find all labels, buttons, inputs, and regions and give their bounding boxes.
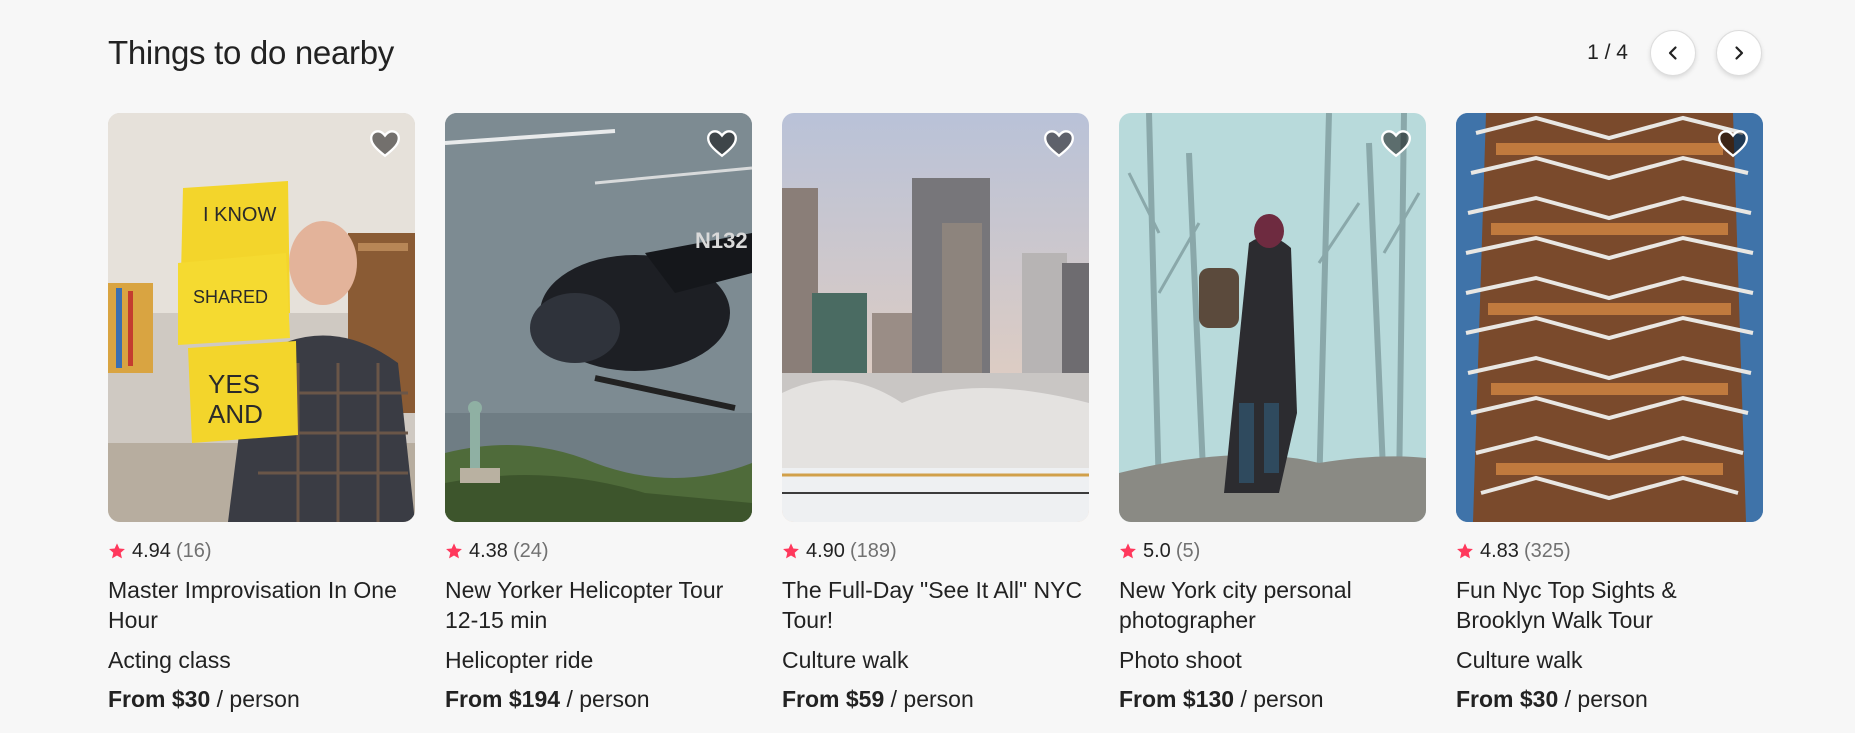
experience-title[interactable]: Fun Nyc Top Sights & Brooklyn Walk Tour: [1456, 575, 1763, 635]
experience-photo[interactable]: I KNOW SHARED YES AND: [108, 113, 415, 522]
svg-text:AND: AND: [208, 399, 263, 429]
heart-icon: [1381, 130, 1411, 158]
rating-row: 4.90 (189): [782, 539, 1089, 563]
save-to-wishlist-button[interactable]: [704, 125, 740, 161]
save-to-wishlist-button[interactable]: [1715, 125, 1751, 161]
save-to-wishlist-button[interactable]: [367, 125, 403, 161]
star-icon: [109, 543, 125, 559]
svg-text:I KNOW: I KNOW: [203, 204, 276, 226]
rating-score: 4.90: [806, 540, 845, 562]
price-line: From $30 / person: [108, 684, 415, 714]
rating-row: 4.94 (16): [108, 539, 415, 563]
page-indicator: 1 / 4: [1587, 41, 1628, 64]
price-amount: From $30: [1456, 686, 1559, 712]
experience-photo[interactable]: [1119, 113, 1426, 522]
chevron-right-icon: [1735, 46, 1744, 60]
experience-card[interactable]: 4.90 (189) The Full-Day "See It All" NYC…: [782, 113, 1089, 714]
experience-card[interactable]: N132 4.38 (24) New Yorker Helicopter Tou…: [445, 113, 752, 714]
things-to-do-section: Things to do nearby 1 / 4 I KNOW SHARED …: [0, 0, 1855, 733]
star-icon: [446, 543, 462, 559]
review-count: (189): [849, 540, 897, 562]
review-count: (16): [175, 540, 212, 562]
price-amount: From $59: [782, 686, 885, 712]
rating-row: 4.38 (24): [445, 539, 752, 563]
section-header: Things to do nearby 1 / 4: [108, 28, 1762, 78]
section-title: Things to do nearby: [108, 34, 394, 71]
price-unit: / person: [566, 686, 650, 712]
price-amount: From $30: [108, 686, 211, 712]
next-button[interactable]: [1716, 30, 1762, 76]
review-count: (325): [1523, 540, 1571, 562]
price-unit: / person: [1240, 686, 1324, 712]
save-to-wishlist-button[interactable]: [1378, 125, 1414, 161]
experience-card[interactable]: 4.83 (325) Fun Nyc Top Sights & Brooklyn…: [1456, 113, 1763, 714]
price-amount: From $194: [445, 686, 561, 712]
heart-icon: [1718, 130, 1748, 158]
heart-icon: [707, 130, 737, 158]
previous-button[interactable]: [1650, 30, 1696, 76]
experience-photo[interactable]: [782, 113, 1089, 522]
rating-row: 5.0 (5): [1119, 539, 1426, 563]
experience-photo[interactable]: [1456, 113, 1763, 522]
experience-card[interactable]: 5.0 (5) New York city personal photograp…: [1119, 113, 1426, 714]
save-to-wishlist-button[interactable]: [1041, 125, 1077, 161]
carousel-pager: 1 / 4: [1587, 30, 1762, 76]
experience-category: Photo shoot: [1119, 647, 1242, 673]
experience-title[interactable]: Master Improvisation In One Hour: [108, 575, 415, 635]
experience-category: Acting class: [108, 647, 231, 673]
price-line: From $194 / person: [445, 684, 752, 714]
rating-score: 5.0: [1143, 540, 1171, 562]
rating-row: 4.83 (325): [1456, 539, 1763, 563]
star-icon: [1120, 543, 1136, 559]
rating-score: 4.83: [1480, 540, 1519, 562]
svg-text:SHARED: SHARED: [193, 287, 268, 307]
svg-text:N132: N132: [695, 228, 748, 253]
rating-score: 4.94: [132, 540, 171, 562]
review-count: (5): [1175, 540, 1201, 562]
star-icon: [1457, 543, 1473, 559]
price-line: From $30 / person: [1456, 684, 1763, 714]
heart-icon: [1044, 130, 1074, 158]
star-icon: [783, 543, 799, 559]
experience-category: Culture walk: [1456, 647, 1583, 673]
price-unit: / person: [1564, 686, 1648, 712]
experience-title[interactable]: The Full-Day "See It All" NYC Tour!: [782, 575, 1089, 635]
experience-category: Helicopter ride: [445, 647, 594, 673]
experience-card[interactable]: I KNOW SHARED YES AND 4.94 (16) Master I…: [108, 113, 415, 714]
experience-category: Culture walk: [782, 647, 909, 673]
chevron-left-icon: [1668, 46, 1677, 60]
experience-card-list: I KNOW SHARED YES AND 4.94 (16) Master I…: [108, 113, 1763, 714]
price-unit: / person: [890, 686, 974, 712]
price-amount: From $130: [1119, 686, 1235, 712]
heart-icon: [370, 130, 400, 158]
experience-photo[interactable]: N132: [445, 113, 752, 522]
review-count: (24): [512, 540, 549, 562]
rating-score: 4.38: [469, 540, 508, 562]
price-line: From $130 / person: [1119, 684, 1426, 714]
experience-title[interactable]: New York city personal photographer: [1119, 575, 1426, 635]
svg-text:YES: YES: [208, 369, 260, 399]
experience-title[interactable]: New Yorker Helicopter Tour 12-15 min: [445, 575, 752, 635]
price-unit: / person: [216, 686, 300, 712]
price-line: From $59 / person: [782, 684, 1089, 714]
